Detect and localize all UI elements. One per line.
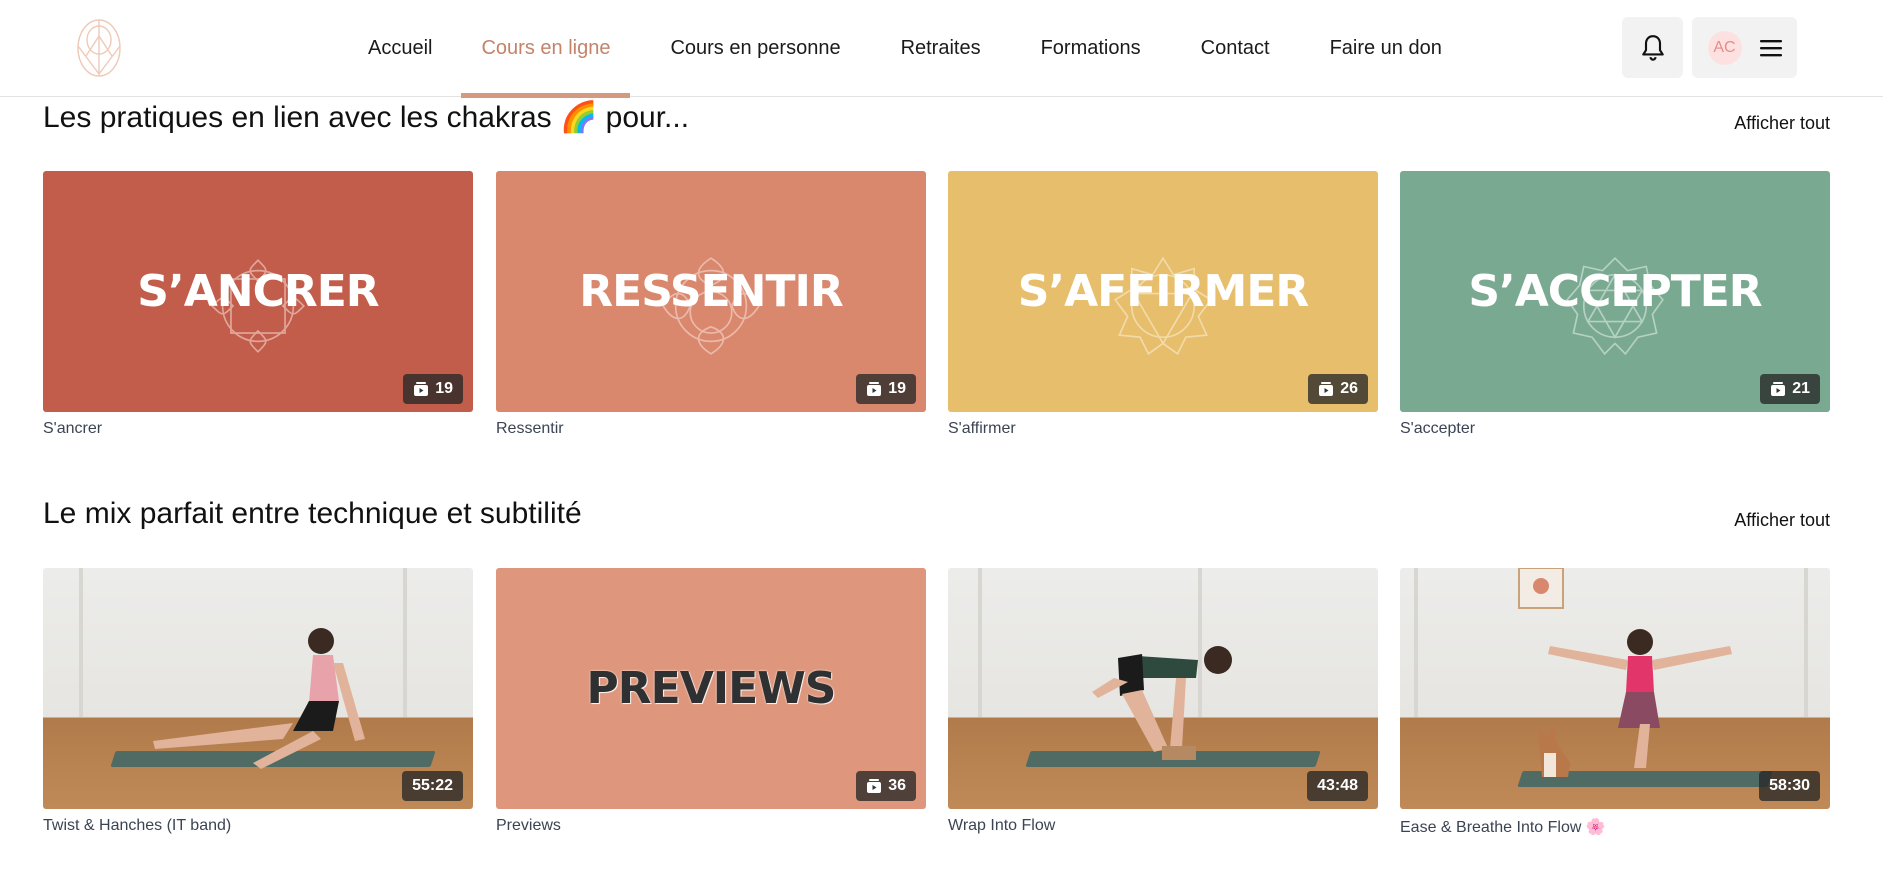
see-all-chakras-link[interactable]: Afficher tout (1734, 113, 1830, 134)
collection-card-previews[interactable]: PREVIEWS 36 Previews (496, 568, 926, 835)
badge-count: 21 (1792, 380, 1810, 397)
duration-text: 55:22 (412, 777, 453, 794)
playlist-icon (1771, 382, 1786, 396)
collection-card-ressentir[interactable]: RESSENTIR 19 Ressentir (496, 171, 926, 438)
avatar: AC (1707, 30, 1742, 65)
collection-card-saffirmer[interactable]: S’AFFIRMER 26 S'affirmer (948, 171, 1378, 438)
playlist-icon (867, 382, 882, 396)
section-title-mix: Le mix parfait entre technique et subtil… (43, 497, 582, 530)
video-card-ease-breathe[interactable]: 58:30 Ease & Breathe Into Flow 🌸 (1400, 568, 1830, 837)
video-card-wrap-into-flow[interactable]: 43:48 Wrap Into Flow (948, 568, 1378, 835)
video-count-badge: 26 (1308, 374, 1368, 404)
card-label: Wrap Into Flow (948, 817, 1056, 834)
duration-text: 43:48 (1317, 777, 1358, 794)
card-thumbnail: S’ACCEPTER 21 (1400, 171, 1830, 412)
notifications-button[interactable] (1622, 17, 1683, 78)
nav-item-retraites[interactable]: Retraites (871, 0, 1011, 97)
video-card-twist-hanches[interactable]: 55:22 Twist & Hanches (IT band) (43, 568, 473, 835)
user-menu-button[interactable]: AC (1692, 17, 1797, 78)
video-thumbnail: 58:30 (1400, 568, 1830, 809)
duration-badge: 43:48 (1307, 771, 1368, 801)
playlist-icon (414, 382, 429, 396)
video-count-badge: 21 (1760, 374, 1820, 404)
duration-badge: 58:30 (1759, 771, 1820, 801)
card-label: S'accepter (1400, 420, 1476, 437)
top-navigation-bar: Accueil Cours en ligne Cours en personne… (0, 0, 1883, 98)
card-label: Twist & Hanches (IT band) (43, 817, 232, 834)
hamburger-menu-icon (1759, 39, 1782, 56)
main-nav: Accueil Cours en ligne Cours en personne… (350, 0, 1462, 98)
badge-count: 19 (435, 380, 453, 397)
nav-item-faire-un-don[interactable]: Faire un don (1300, 0, 1462, 97)
card-label: Ressentir (496, 420, 564, 437)
duration-text: 58:30 (1769, 777, 1810, 794)
card-label: S'ancrer (43, 420, 103, 437)
nav-item-formations[interactable]: Formations (1011, 0, 1171, 97)
section-title-chakras: Les pratiques en lien avec les chakras 🌈… (43, 101, 690, 134)
picture-frame-image (1518, 568, 1564, 609)
playlist-icon (867, 779, 882, 793)
duration-badge: 55:22 (402, 771, 463, 801)
card-thumbnail: S’ANCRER 19 (43, 171, 473, 412)
nav-item-cours-en-ligne[interactable]: Cours en ligne (461, 0, 631, 98)
badge-count: 19 (888, 380, 906, 397)
card-thumbnail: RESSENTIR 19 (496, 171, 926, 412)
logo-icon[interactable] (74, 16, 124, 80)
card-thumbnail: S’AFFIRMER 26 (948, 171, 1378, 412)
bell-icon (1641, 34, 1664, 61)
video-count-badge: 19 (403, 374, 463, 404)
yoga-figure-image (1092, 646, 1232, 760)
dog-image (1538, 725, 1570, 777)
card-label: Ease & Breathe Into Flow 🌸 (1400, 819, 1606, 836)
video-count-badge: 19 (856, 374, 916, 404)
playlist-icon (1319, 382, 1334, 396)
see-all-mix-link[interactable]: Afficher tout (1734, 510, 1830, 531)
collection-card-sancrer[interactable]: S’ANCRER 19 S'ancrer (43, 171, 473, 438)
nav-item-accueil[interactable]: Accueil (350, 0, 461, 97)
badge-count: 36 (888, 777, 906, 794)
yoga-figure-image (153, 628, 365, 769)
nav-item-cours-en-personne[interactable]: Cours en personne (630, 0, 870, 97)
nav-item-contact[interactable]: Contact (1171, 0, 1300, 97)
card-label: Previews (496, 817, 561, 834)
card-thumbnail: PREVIEWS 36 (496, 568, 926, 809)
collection-card-saccepter[interactable]: S’ACCEPTER 21 S'accepter (1400, 171, 1830, 438)
video-thumbnail: 55:22 (43, 568, 473, 809)
card-label: S'affirmer (948, 420, 1016, 437)
video-count-badge: 36 (856, 771, 916, 801)
video-thumbnail: 43:48 (948, 568, 1378, 809)
badge-count: 26 (1340, 380, 1358, 397)
